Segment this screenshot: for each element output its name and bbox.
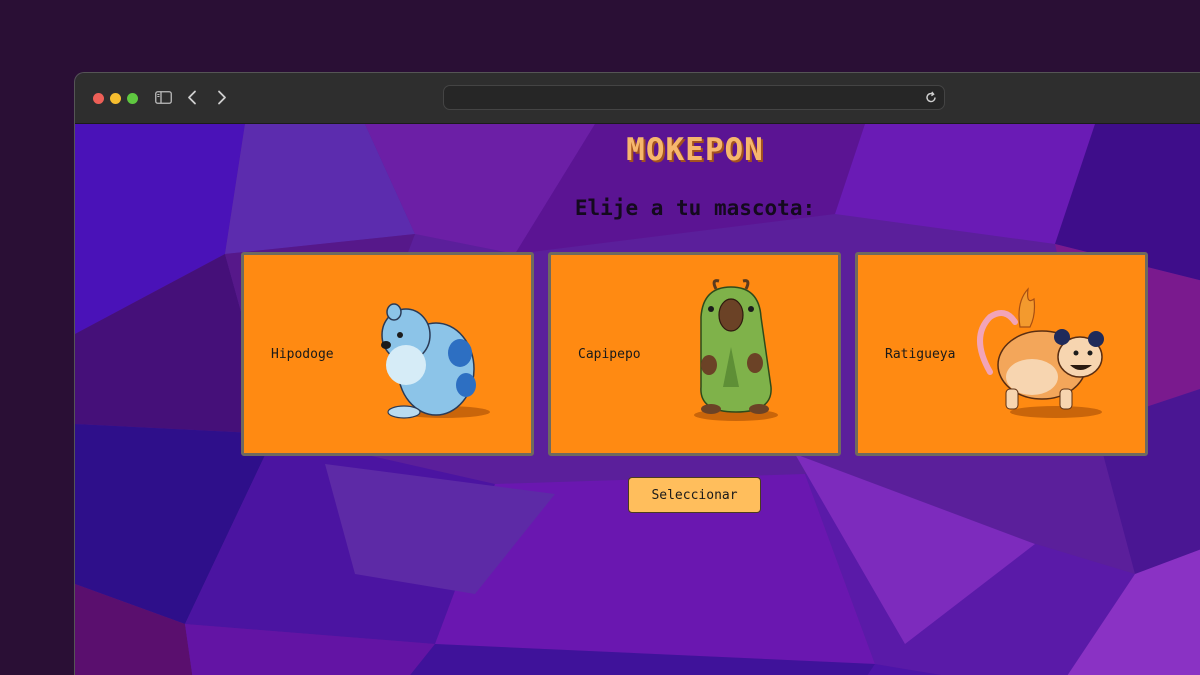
maximize-dot[interactable] [127,93,138,104]
pet-card-capipepo[interactable]: Capipepo [548,252,841,456]
select-button[interactable]: Seleccionar [628,477,761,513]
browser-window: MOKEPON Elije a tu mascota: Hipodoge Cap… [74,72,1200,675]
pet-name-label: Hipodoge [271,347,334,362]
hipodoge-image [381,303,490,419]
ratigueya-image [977,287,1104,418]
pet-name-label: Capipepo [578,347,641,362]
pet-name-label: Ratigueya [885,347,956,362]
chevron-left-icon[interactable] [187,90,197,105]
capipepo-image [694,279,778,421]
page-subtitle: Elije a tu mascota: [574,196,816,220]
page-viewport: MOKEPON Elije a tu mascota: Hipodoge Cap… [75,124,1200,675]
close-dot[interactable] [93,93,104,104]
page-title: MOKEPON [626,132,764,168]
minimize-dot[interactable] [110,93,121,104]
pet-card-hipodoge[interactable]: Hipodoge [241,252,534,456]
pet-card-ratigueya[interactable]: Ratigueya [855,252,1148,456]
reload-icon[interactable] [925,91,937,104]
sidebar-icon[interactable] [155,91,172,104]
address-bar[interactable] [443,85,945,110]
chevron-right-icon[interactable] [217,90,227,105]
browser-toolbar [75,73,1200,124]
